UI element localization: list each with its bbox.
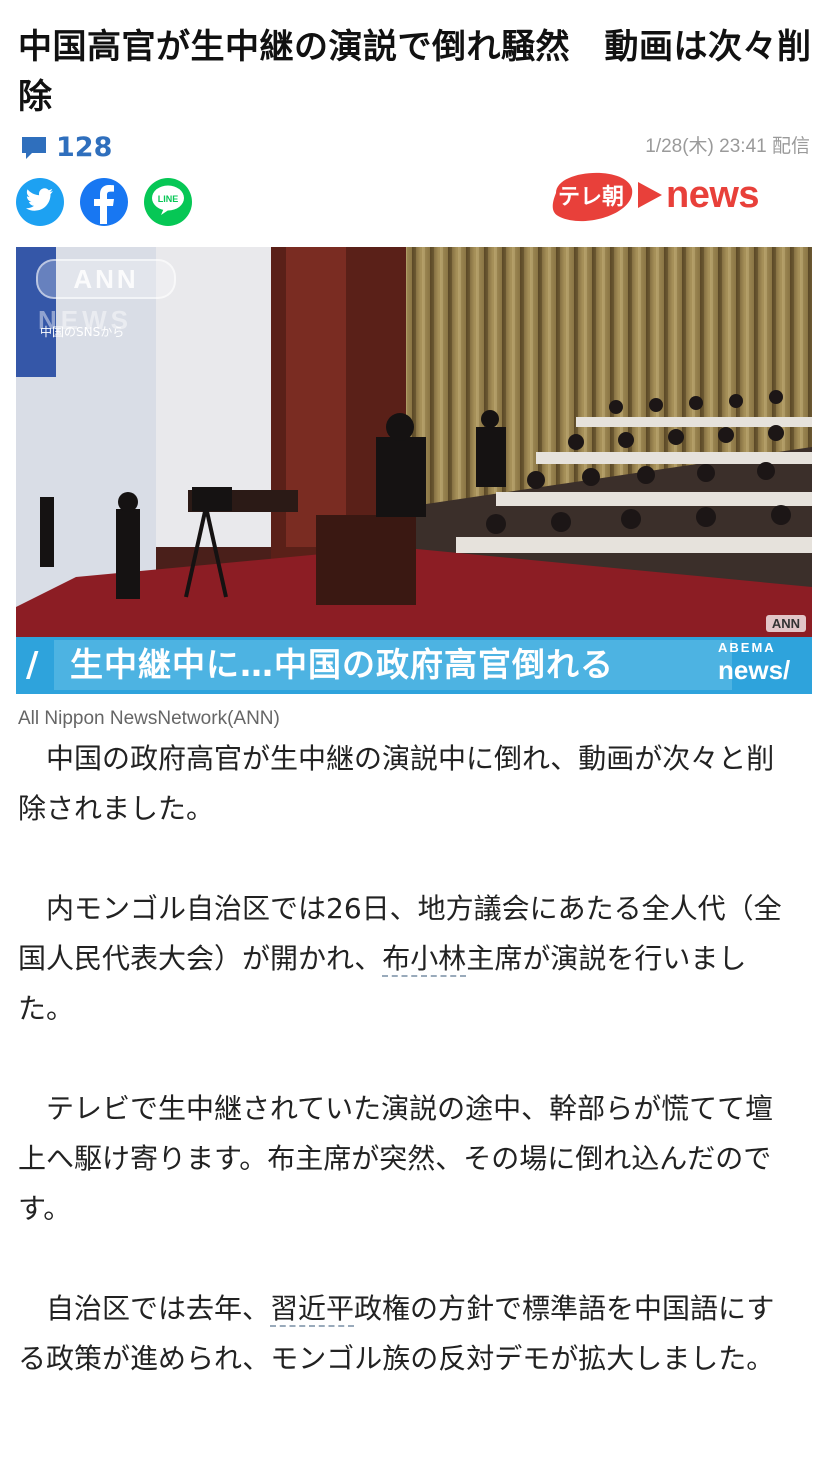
abema-news-logo: ABEMA news/ — [718, 641, 812, 691]
photo-source-label: 中国のSNSから — [40, 325, 125, 339]
brand-badge-text: テレ朝 — [557, 185, 624, 210]
photo-caption: All Nippon NewsNetwork(ANN) — [18, 708, 280, 729]
ann-logo: ANN — [36, 259, 176, 299]
ann-corner-logo: ANN — [765, 615, 806, 632]
brand-news-text: news — [666, 173, 760, 216]
paragraph-4: 自治区では去年、習近平政権の方針で標準語を中国語にする政策が進められ、モンゴル族… — [18, 1284, 798, 1384]
line-label: LINE — [158, 194, 179, 204]
telop-bar: / 生中継中に…中国の政府高官倒れる ABEMA news/ — [16, 637, 812, 694]
publish-date: 1/28(木) 23:41 配信 — [645, 136, 810, 157]
paragraph-1: 中国の政府高官が生中継の演説中に倒れ、動画が次々と削除されました。 — [18, 742, 775, 825]
news-photo[interactable]: ANN NEWS 中国のSNSから ANN / 生中継中に…中国の政府高官倒れる… — [16, 247, 812, 694]
comment-icon — [20, 135, 48, 161]
twitter-icon — [26, 188, 54, 216]
share-bar: LINE — [16, 178, 192, 226]
tv-asahi-news-logo: テレ朝 news — [546, 160, 786, 230]
facebook-share-button[interactable] — [80, 178, 128, 226]
article-body: 中国の政府高官が生中継の演説中に倒れ、動画が次々と削除されました。 内モンゴル自… — [18, 734, 798, 1434]
tele-asa-badge: テレ朝 — [546, 163, 636, 227]
telop-slash: / — [26, 645, 39, 685]
paragraph-2: 内モンゴル自治区では26日、地方議会にあたる全人代（全国人民代表大会）が開かれ、… — [18, 884, 798, 1034]
twitter-share-button[interactable] — [16, 178, 64, 226]
play-arrow-icon — [638, 182, 662, 208]
keyword-link-xi-jinping[interactable]: 習近平 — [270, 1292, 355, 1327]
facebook-icon — [80, 176, 128, 228]
comment-count: 128 — [56, 132, 113, 163]
comment-count-button[interactable]: 128 — [20, 132, 112, 163]
paragraph-3: テレビで生中継されていた演説の途中、幹部らが慌てて壇上へ駆け寄ります。布主席が突… — [18, 1092, 774, 1225]
article-title: 中国高官が生中継の演説で倒れ騒然 動画は次々削除 — [18, 27, 812, 117]
line-icon: LINE — [150, 184, 186, 220]
assembly-hall-scene — [16, 247, 812, 694]
telop-text: 生中継中に…中国の政府高官倒れる — [54, 640, 732, 690]
abema-small-text: ABEMA — [718, 640, 776, 655]
abema-news-text: news/ — [718, 655, 791, 685]
line-share-button[interactable]: LINE — [144, 178, 192, 226]
keyword-link-bu-xiaolin[interactable]: 布小林 — [382, 942, 467, 977]
paragraph-4-text: 自治区では去年、 — [46, 1292, 271, 1325]
